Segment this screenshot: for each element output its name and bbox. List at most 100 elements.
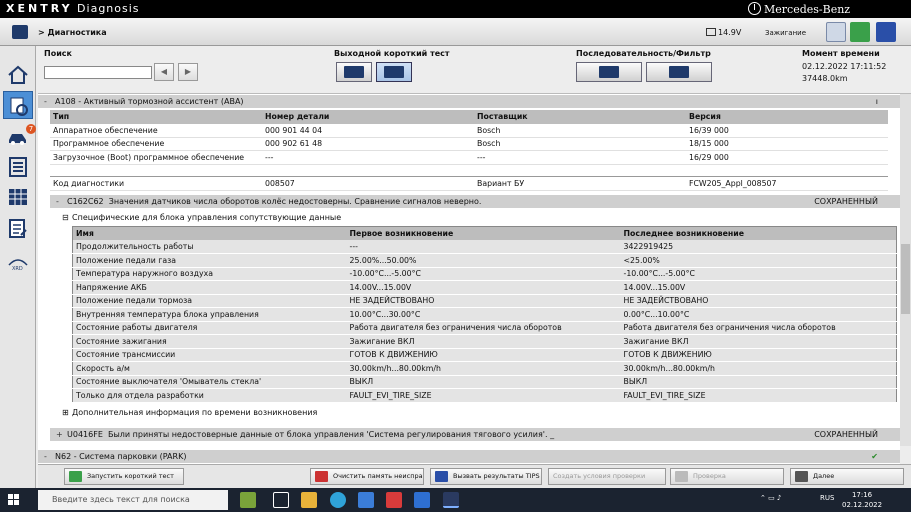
- table-row: Код диагностики 008507 Вариант БУ FCW205_Ap…: [50, 176, 888, 191]
- prev-arrow-icon[interactable]: ◀: [154, 63, 174, 81]
- wrench-icon: [675, 471, 688, 482]
- table-row: Внутренняя температура блока управления 1…: [72, 307, 897, 322]
- table-row: Скорость а/м 30.00km/h...80.00km/h 30.00km…: [72, 361, 897, 376]
- sort-button[interactable]: [576, 62, 642, 82]
- arrow-right-icon: [795, 471, 808, 482]
- quick-test-button[interactable]: Запустить короткий тест: [64, 468, 184, 485]
- table-row: Продолжительность работы --- 3422919425: [72, 240, 897, 254]
- check-icon: ✔: [871, 452, 878, 461]
- create-check-button[interactable]: Создать условия проверки: [548, 468, 666, 485]
- table-row: Состояние зажигания Зажигание ВКЛ Зажигани…: [72, 334, 897, 349]
- section-header-n62[interactable]: - N62 - Система парковки (PARK) ✔: [38, 450, 900, 463]
- specific-data-header[interactable]: ⊟ Специфические для блока управления сопу…: [62, 213, 341, 222]
- mail-icon[interactable]: [358, 492, 374, 508]
- fault-code: C162C62: [67, 197, 104, 206]
- list-icon[interactable]: [7, 156, 29, 178]
- collapse-icon[interactable]: -: [56, 195, 64, 208]
- test-forward-button[interactable]: [336, 62, 372, 82]
- xentry-task-icon[interactable]: [443, 492, 459, 508]
- windows-start-icon[interactable]: [8, 494, 20, 506]
- column-header: Первое возникновение: [346, 226, 621, 240]
- notification-badge: 7: [26, 124, 36, 134]
- folder-icon[interactable]: [301, 492, 317, 508]
- scrollbar[interactable]: [900, 94, 911, 446]
- taskbar: Введите здесь текст для поиска ⌃ ▭ ♪ RUS…: [0, 488, 911, 512]
- sequence-label: Последовательность/Фильтр: [576, 49, 711, 58]
- column-header: Тип: [50, 110, 262, 124]
- next-arrow-icon[interactable]: ▶: [178, 63, 198, 81]
- taskbar-search-input[interactable]: Введите здесь текст для поиска: [38, 490, 228, 510]
- moment-value: 37448.0km: [802, 74, 848, 83]
- filter-button[interactable]: [646, 62, 712, 82]
- next-button[interactable]: Далее: [790, 468, 904, 485]
- moment-label: Момент времени: [802, 49, 880, 58]
- task-view-icon[interactable]: [273, 492, 289, 508]
- test-label: Выходной короткий тест: [334, 49, 450, 58]
- scrollbar-thumb[interactable]: [901, 244, 910, 314]
- column-header: Версия: [686, 110, 888, 124]
- print-icon[interactable]: [826, 22, 846, 42]
- test-backward-button[interactable]: [376, 62, 412, 82]
- diag-code-table: Код диагностики 008507 Вариант БУ FCW205_Ap…: [50, 176, 888, 191]
- column-header: Номер детали: [262, 110, 474, 124]
- check-button[interactable]: Проверка: [670, 468, 784, 485]
- expand-icon[interactable]: +: [56, 428, 64, 441]
- books-icon[interactable]: [876, 22, 896, 42]
- home-icon[interactable]: [7, 64, 29, 86]
- table-row: Только для отдела разработки FAULT_EVI_TI…: [72, 388, 897, 403]
- bottom-bar: Запустить короткий тест Очистить память …: [38, 464, 911, 488]
- diagnosis-icon[interactable]: [3, 91, 33, 119]
- fault-code: U0416FE: [67, 430, 103, 439]
- collapse-icon[interactable]: -: [44, 95, 52, 108]
- edge-icon[interactable]: [330, 492, 346, 508]
- table-row: Состояние выключателя 'Омыватель стекла'…: [72, 375, 897, 389]
- table-row: Температура наружного воздуха -10.00°C...…: [72, 267, 897, 281]
- table-row: Положение педали газа 25.00%...50.00% <25.…: [72, 253, 897, 268]
- parts-table: Тип Номер детали Поставщик Версия Аппара…: [50, 110, 888, 165]
- clear-icon: [315, 471, 328, 482]
- content-panel: - A108 - Активный тормозной ассистент (AB…: [38, 94, 900, 464]
- office-icon[interactable]: [386, 492, 402, 508]
- clear-memory-button[interactable]: Очистить память неисправностей: [310, 468, 424, 485]
- language-indicator[interactable]: RUS: [820, 494, 834, 502]
- section-header-a108[interactable]: - A108 - Активный тормозной ассистент (AB…: [38, 95, 900, 108]
- mercedes-star-icon: [748, 2, 761, 15]
- battery-icon: [706, 28, 716, 36]
- sidebar: 7 XRD: [0, 46, 36, 488]
- moment-date: 02.12.2022 17:11:52: [802, 62, 887, 71]
- download-icon[interactable]: [850, 22, 870, 42]
- grid-icon[interactable]: [7, 186, 29, 208]
- xrd-icon[interactable]: XRD: [7, 251, 29, 273]
- fault-text: Были приняты недостоверные данные от бло…: [107, 430, 555, 439]
- table-row: Загрузочное (Boot) программное обеспечен…: [50, 150, 888, 165]
- collapse-icon[interactable]: ⊟: [62, 213, 72, 222]
- table-row: Напряжение АКБ 14.00V...15.00V 14.00V...15…: [72, 280, 897, 295]
- column-header: Поставщик: [474, 110, 686, 124]
- clock[interactable]: 17:16 02.12.2022: [842, 490, 882, 510]
- brand-name: Mercedes-Benz: [764, 3, 851, 16]
- search-input[interactable]: [44, 66, 152, 79]
- search-label: Поиск: [44, 49, 72, 58]
- title-bar: XENTRY Diagnosis Mercedes-Benz: [0, 0, 911, 18]
- tips-button[interactable]: Вызвать результаты TIPS: [430, 468, 542, 485]
- toolbar: Поиск ◀ ▶ Выходной короткий тест Последо…: [38, 46, 911, 94]
- arrows-icon: [384, 66, 404, 78]
- additional-info-header[interactable]: ⊞ Дополнительная информация по времени во…: [62, 408, 317, 417]
- specific-data-table: Имя Первое возникновение Последнее возни…: [72, 226, 897, 403]
- teamviewer-icon[interactable]: [414, 492, 430, 508]
- svg-text:XRD: XRD: [12, 266, 23, 272]
- car-icon[interactable]: [12, 25, 28, 39]
- fault-header-u0416fe[interactable]: + U0416FE Были приняты недостоверные данн…: [50, 428, 900, 441]
- collapse-icon[interactable]: -: [44, 450, 52, 463]
- landscape-app-icon[interactable]: [240, 492, 256, 508]
- info-icon[interactable]: ı: [876, 95, 878, 108]
- table-row: Состояние трансмиссии ГОТОВ К ДВИЖЕНИЮ ГОТ…: [72, 348, 897, 362]
- checklist-icon[interactable]: [7, 218, 29, 240]
- arrows-icon: [344, 66, 364, 78]
- sort-icon: [599, 66, 619, 78]
- tray-icons[interactable]: ⌃ ▭ ♪: [760, 494, 781, 502]
- fault-header-c162c62[interactable]: - C162C62 Значения датчиков числа оборото…: [50, 195, 900, 208]
- ignition-status: Зажигание: [765, 29, 807, 37]
- expand-icon[interactable]: ⊞: [62, 408, 72, 417]
- column-header: Имя: [72, 226, 347, 240]
